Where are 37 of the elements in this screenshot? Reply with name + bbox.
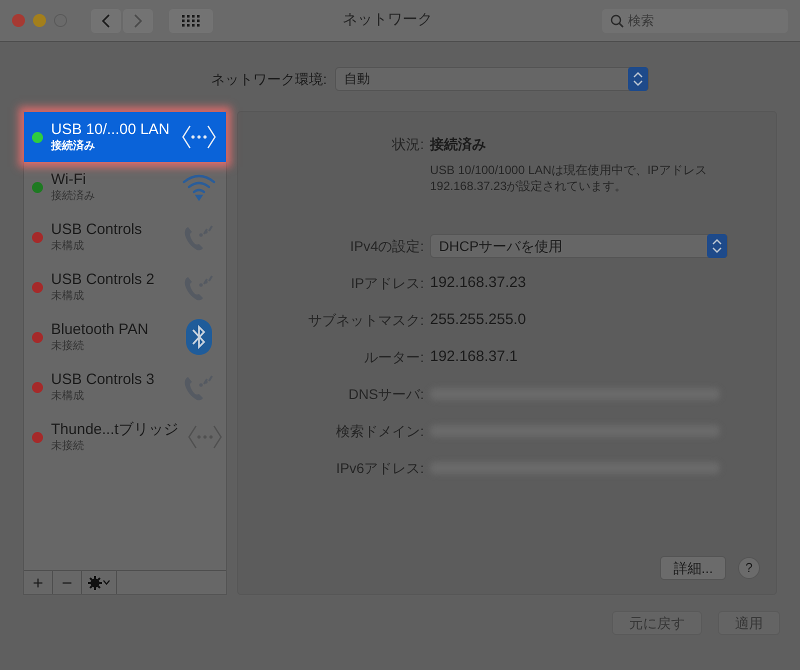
forward-button[interactable]	[123, 8, 153, 32]
service-name: Thunde...tブリッジ	[51, 421, 179, 439]
service-name: USB Controls 3	[51, 371, 156, 389]
back-button[interactable]	[91, 8, 121, 32]
minimize-button[interactable]	[33, 14, 46, 27]
caret-icon	[103, 580, 110, 585]
help-button[interactable]: ?	[738, 557, 760, 579]
wifi-icon	[181, 173, 217, 201]
service-name: Bluetooth PAN	[51, 321, 150, 339]
service-name: USB 10/...00 LAN	[51, 121, 170, 139]
stepper-icon	[707, 234, 727, 258]
service-name: USB Controls 2	[51, 271, 156, 289]
service-name: Wi-Fi	[51, 171, 87, 189]
chevron-right-icon	[134, 14, 142, 28]
field-value: 255.255.255.0	[430, 310, 527, 330]
search-icon	[610, 14, 624, 28]
grid-icon	[182, 14, 200, 26]
remove-button[interactable]: −	[53, 571, 82, 594]
status-value: 接続済み	[430, 135, 487, 154]
stepper-icon	[628, 67, 648, 91]
chevron-left-icon	[102, 14, 110, 28]
window-title: ネットワーク	[342, 10, 432, 30]
advanced-button[interactable]: 詳細...	[660, 556, 726, 580]
bluetooth-icon	[185, 318, 213, 356]
add-button[interactable]: +	[24, 571, 53, 594]
field-value: 192.168.37.1	[430, 346, 519, 367]
field-value: 192.168.37.23	[430, 272, 527, 293]
location-label: ネットワーク環境:	[211, 70, 327, 88]
service-status: 接続済み	[51, 139, 96, 153]
network-dots-icon	[181, 124, 217, 150]
close-button[interactable]	[12, 14, 25, 27]
gear-icon	[88, 576, 102, 590]
service-name: USB Controls	[51, 221, 143, 239]
show-all-button[interactable]	[169, 8, 213, 32]
service-item[interactable]: USB 10/...00 LAN 接続済み	[24, 112, 226, 162]
location-select[interactable]: 自動	[334, 67, 649, 91]
ipv4-select[interactable]: DHCPサーバを使用	[430, 234, 728, 258]
